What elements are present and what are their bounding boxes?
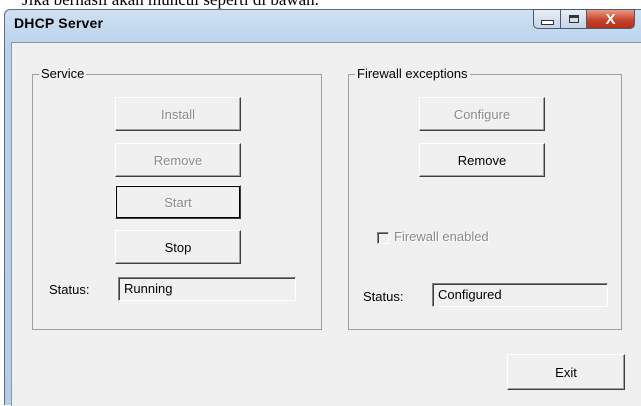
configure-button[interactable]: Configure bbox=[419, 97, 545, 131]
firewall-status-label: Status: bbox=[363, 289, 404, 304]
remove-service-button[interactable]: Remove bbox=[115, 143, 241, 177]
minimize-button[interactable] bbox=[533, 9, 561, 29]
dialog-client-area: Service Install Remove Start Stop Status… bbox=[11, 42, 641, 406]
maximize-icon bbox=[568, 15, 579, 23]
service-status-field: Running bbox=[118, 277, 296, 301]
install-button[interactable]: Install bbox=[115, 97, 241, 131]
background-caption: Jika berhasil akan muncul seperti di baw… bbox=[0, 0, 641, 9]
stop-button[interactable]: Stop bbox=[115, 230, 241, 264]
maximize-button[interactable] bbox=[560, 9, 587, 29]
window-title: DHCP Server bbox=[14, 15, 104, 31]
close-icon: X bbox=[605, 10, 616, 28]
service-status-label: Status: bbox=[49, 282, 90, 297]
firewall-status-field: Configured bbox=[432, 283, 608, 307]
title-bar[interactable]: DHCP Server X bbox=[5, 9, 641, 37]
firewall-enabled-label: Firewall enabled bbox=[394, 229, 489, 244]
firewall-group-legend: Firewall exceptions bbox=[355, 66, 470, 81]
minimize-icon bbox=[540, 20, 554, 25]
close-button[interactable]: X bbox=[586, 9, 635, 29]
dhcp-server-window: DHCP Server X Service Install Remove Sta… bbox=[4, 9, 641, 406]
service-group: Service Install Remove Start Stop Status… bbox=[32, 67, 322, 330]
service-group-legend: Service bbox=[39, 66, 87, 81]
firewall-enabled-checkbox[interactable] bbox=[377, 232, 389, 244]
firewall-exceptions-group: Firewall exceptions Configure Remove Fir… bbox=[348, 67, 622, 330]
start-button[interactable]: Start bbox=[115, 185, 241, 219]
remove-firewall-button[interactable]: Remove bbox=[419, 143, 545, 177]
exit-button[interactable]: Exit bbox=[507, 354, 625, 390]
